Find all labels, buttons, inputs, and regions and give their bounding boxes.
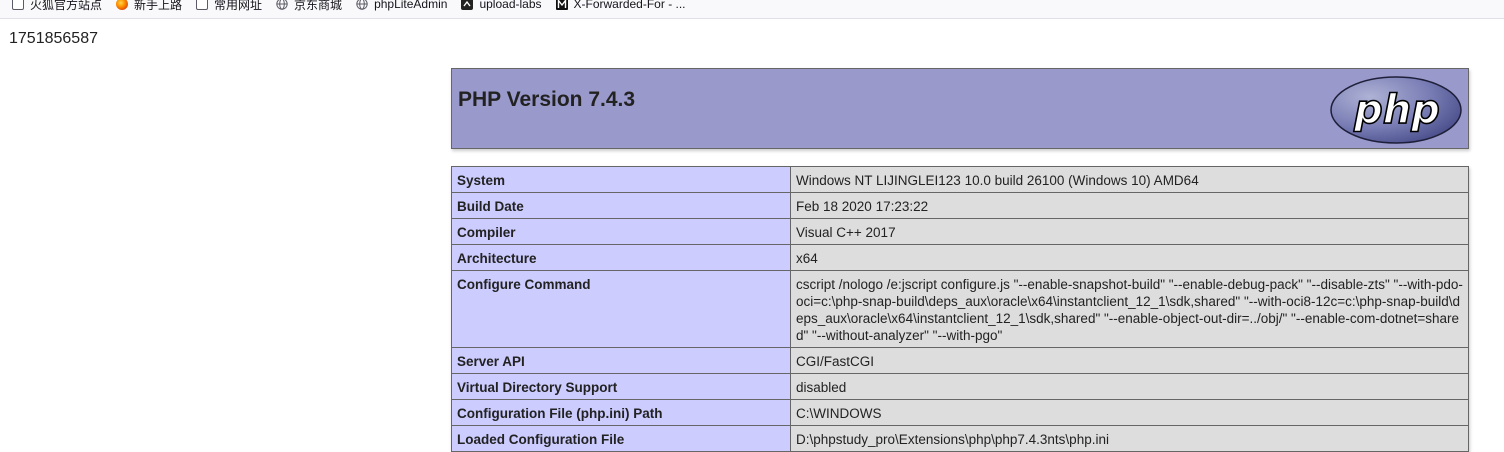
bookmark-label: 火狐官方站点	[30, 0, 103, 12]
globe-icon	[276, 0, 288, 10]
bookmark-label: 京东商城	[294, 0, 343, 12]
bookmark-label: upload-labs	[479, 0, 542, 11]
php-logo[interactable]: php	[1329, 75, 1463, 150]
bookmarks-toolbar: 火狐官方站点 新手上路 常用网址 京东商城 phpLiteAdmin uploa…	[0, 0, 1504, 19]
bookmark-phpliteadmin[interactable]: phpLiteAdmin	[356, 0, 447, 13]
bookmark-common-sites[interactable]: 常用网址	[196, 0, 262, 13]
table-row: Configuration File (php.ini) Path C:\WIND…	[451, 399, 1469, 426]
bookmark-jd[interactable]: 京东商城	[276, 0, 342, 13]
m-logo-icon	[555, 0, 568, 10]
row-value: x64	[790, 244, 1469, 271]
bookmark-upload-labs[interactable]: upload-labs	[461, 0, 542, 13]
row-key: Configure Command	[451, 270, 791, 348]
row-key: Compiler	[451, 218, 791, 245]
row-value: Windows NT LIJINGLEI123 10.0 build 26100…	[790, 166, 1469, 193]
row-value: cscript /nologo /e:jscript configure.js …	[790, 270, 1469, 348]
bookmark-getting-started[interactable]: 新手上路	[116, 0, 182, 13]
bookmark-label: phpLiteAdmin	[374, 0, 448, 11]
php-info-table: System Windows NT LIJINGLEI123 10.0 build…	[451, 166, 1469, 452]
timestamp-output: 1751856587	[9, 30, 98, 47]
phpinfo-container: PHP Version 7.4.3 php System Windows NT L…	[451, 68, 1469, 452]
folder-icon	[12, 0, 24, 10]
globe-icon	[356, 0, 368, 10]
table-row: Virtual Directory Support disabled	[451, 373, 1469, 400]
row-key: System	[451, 166, 791, 193]
row-key: Server API	[451, 347, 791, 374]
row-value: CGI/FastCGI	[790, 347, 1469, 374]
row-value: Visual C++ 2017	[790, 218, 1469, 245]
folder-icon	[196, 0, 209, 10]
row-value: Feb 18 2020 17:23:22	[790, 192, 1469, 219]
table-row: Architecture x64	[451, 244, 1469, 271]
row-key: Configuration File (php.ini) Path	[451, 399, 791, 426]
bookmark-label: X-Forwarded-For - ...	[573, 0, 686, 11]
php-version-header: PHP Version 7.4.3 php	[451, 68, 1469, 149]
table-row: Compiler Visual C++ 2017	[451, 218, 1469, 245]
row-key: Build Date	[451, 192, 791, 219]
table-row: Loaded Configuration File D:\phpstudy_pro…	[451, 425, 1469, 452]
table-row: System Windows NT LIJINGLEI123 10.0 build…	[451, 166, 1469, 193]
php-logo-icon: php	[1330, 76, 1462, 144]
upload-labs-icon	[461, 0, 474, 10]
row-key: Virtual Directory Support	[451, 373, 791, 400]
php-logo-text: php	[1353, 87, 1440, 133]
page-title: PHP Version 7.4.3	[458, 88, 636, 111]
row-value: C:\WINDOWS	[790, 399, 1469, 426]
bookmark-label: 新手上路	[134, 0, 183, 12]
table-row: Server API CGI/FastCGI	[451, 347, 1469, 374]
table-row: Build Date Feb 18 2020 17:23:22	[451, 192, 1469, 219]
bookmark-label: 常用网址	[214, 0, 263, 12]
row-key: Architecture	[451, 244, 791, 271]
bookmark-huohu-official[interactable]: 火狐官方站点	[12, 0, 102, 13]
row-value: D:\phpstudy_pro\Extensions\php\php7.4.3n…	[790, 425, 1469, 452]
row-key: Loaded Configuration File	[451, 425, 791, 452]
bookmark-x-forwarded-for[interactable]: X-Forwarded-For - ...	[555, 0, 686, 13]
row-value: disabled	[790, 373, 1469, 400]
table-row: Configure Command cscript /nologo /e:jscr…	[451, 270, 1469, 348]
firefox-icon	[116, 0, 129, 10]
